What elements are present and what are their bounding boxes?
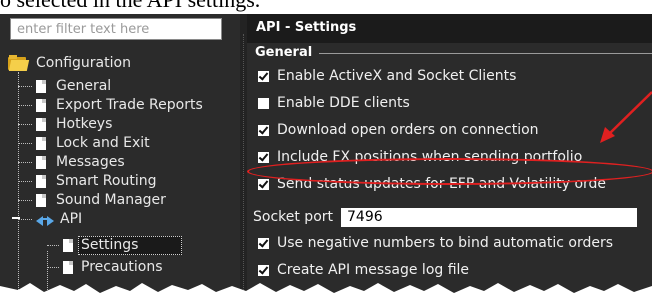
checkbox[interactable]: [258, 178, 269, 190]
document-icon: [36, 79, 46, 93]
section-divider: [319, 53, 652, 54]
tree-root-label: Configuration: [36, 55, 131, 71]
checkbox[interactable]: [258, 237, 269, 249]
section-title: General: [255, 45, 313, 60]
tree-item-export-trade-reports[interactable]: Export Trade Reports: [18, 96, 203, 114]
tree-item-label: API: [60, 211, 83, 227]
tree-item-label: Messages: [56, 154, 125, 170]
option-download-open-orders[interactable]: Download open orders on connection: [258, 120, 539, 140]
navigation-panel: enter filter text here Configuration Gen…: [0, 14, 240, 308]
filter-input[interactable]: enter filter text here: [10, 18, 222, 40]
tree-item-label: Settings: [81, 237, 139, 253]
tree-item-label: Precautions: [81, 259, 163, 275]
checkbox[interactable]: [258, 97, 269, 109]
tree-item-label: Export Trade Reports: [56, 97, 203, 113]
option-create-log-file[interactable]: Create API message log file: [258, 260, 469, 280]
folder-icon: [8, 55, 30, 71]
tree-item-label: Smart Routing: [56, 173, 157, 189]
option-negative-numbers[interactable]: Use negative numbers to bind automatic o…: [258, 233, 613, 253]
tree-item-settings[interactable]: Settings: [47, 236, 138, 254]
document-icon: [63, 260, 73, 274]
document-icon: [36, 98, 46, 112]
caption-strip: o selected in the API settings.: [0, 0, 652, 14]
panel-title: API - Settings: [247, 14, 652, 43]
document-icon: [36, 136, 46, 150]
tree-item-hotkeys[interactable]: Hotkeys: [18, 115, 112, 133]
tree-item-api[interactable]: API: [18, 210, 82, 228]
option-label: Enable DDE clients: [277, 95, 410, 111]
document-icon: [36, 117, 46, 131]
api-arrows-icon: [36, 213, 54, 226]
socket-port-input[interactable]: 7496: [341, 207, 638, 227]
document-icon: [36, 174, 46, 188]
tree-item-lock-and-exit[interactable]: Lock and Exit: [18, 134, 150, 152]
settings-window: enter filter text here Configuration Gen…: [0, 14, 652, 308]
tree-item-label: Sound Manager: [56, 192, 166, 208]
option-enable-activex[interactable]: Enable ActiveX and Socket Clients: [258, 66, 516, 86]
option-label: Include FX positions when sending portfo…: [277, 149, 583, 165]
checkbox[interactable]: [258, 124, 269, 136]
panel-splitter[interactable]: [240, 14, 247, 308]
tree-item-label: Lock and Exit: [56, 135, 150, 151]
option-label: Send status updates for EFP and Volatili…: [277, 176, 607, 192]
checkbox[interactable]: [258, 70, 269, 82]
settings-panel: API - Settings General Enable ActiveX an…: [247, 14, 652, 308]
document-icon: [36, 193, 46, 207]
option-enable-dde[interactable]: Enable DDE clients: [258, 93, 410, 113]
option-label: Use negative numbers to bind automatic o…: [277, 235, 614, 251]
tree-item-precautions[interactable]: Precautions: [47, 258, 163, 276]
tree-item-label: Hotkeys: [56, 116, 113, 132]
checkbox[interactable]: [258, 264, 269, 276]
option-include-fx-positions[interactable]: Include FX positions when sending portfo…: [258, 147, 582, 167]
tree-item-label: General: [56, 78, 112, 94]
tree-item-messages[interactable]: Messages: [18, 153, 125, 171]
document-icon: [63, 238, 73, 252]
tree-item-smart-routing[interactable]: Smart Routing: [18, 172, 156, 190]
document-icon: [36, 155, 46, 169]
socket-port-row: Socket port 7496: [253, 207, 638, 227]
tree-item-sound-manager[interactable]: Sound Manager: [18, 191, 166, 209]
option-send-status-updates[interactable]: Send status updates for EFP and Volatili…: [258, 174, 606, 194]
option-label: Enable ActiveX and Socket Clients: [277, 68, 517, 84]
option-label: Download open orders on connection: [277, 122, 539, 138]
checkbox[interactable]: [258, 151, 269, 163]
caption-text: o selected in the API settings.: [0, 0, 260, 13]
tree-item-general[interactable]: General: [18, 77, 111, 95]
tree-root-configuration[interactable]: Configuration: [8, 53, 131, 73]
option-label: Create API message log file: [277, 262, 470, 278]
socket-port-label: Socket port: [253, 209, 334, 225]
